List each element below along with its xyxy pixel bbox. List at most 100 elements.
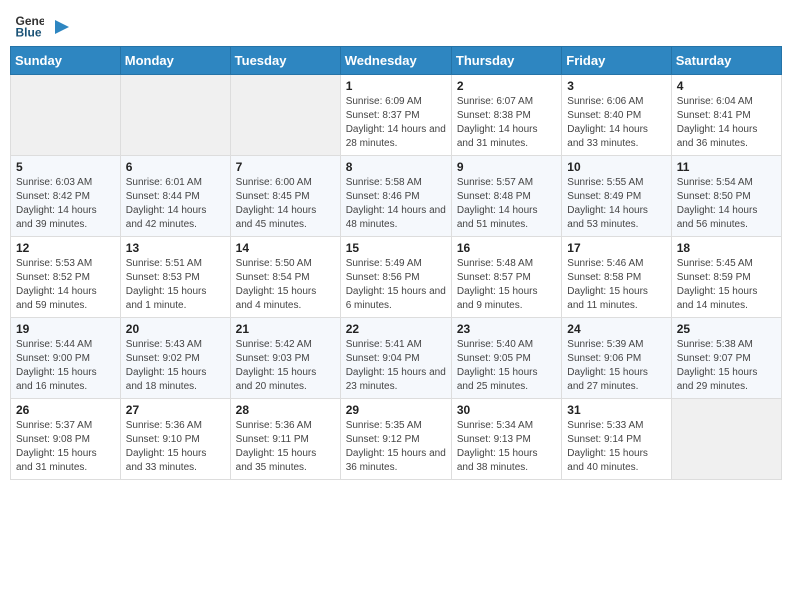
calendar-cell: 24 Sunrise: 5:39 AMSunset: 9:06 PMDayligh… (562, 318, 671, 399)
day-header-monday: Monday (120, 47, 230, 75)
day-info: Sunrise: 5:40 AMSunset: 9:05 PMDaylight:… (457, 338, 556, 394)
calendar-week-row: 26Sunrise: 5:37 AMSunset: 9:08 PMDayligh… (11, 399, 782, 480)
calendar-cell: 13 Sunrise: 5:51 AMSunset: 8:53 PMDayligh… (120, 237, 230, 318)
day-info: Sunrise: 6:07 AMSunset: 8:38 PMDaylight:… (457, 95, 556, 151)
day-info: Sunrise: 6:03 AMSunset: 8:42 PMDaylight:… (16, 176, 115, 232)
day-info: Sunrise: 5:41 AMSunset: 9:04 PMDaylight:… (346, 338, 446, 394)
day-number: 20 (126, 322, 225, 336)
day-number: 28 (236, 403, 335, 417)
day-number: 12 (16, 241, 115, 255)
logo-icon: General Blue (14, 10, 44, 40)
calendar-cell: 19Sunrise: 5:44 AMSunset: 9:00 PMDayligh… (11, 318, 121, 399)
day-info: Sunrise: 5:58 AMSunset: 8:46 PMDaylight:… (346, 176, 446, 232)
calendar-cell: 4 Sunrise: 6:04 AMSunset: 8:41 PMDaylight… (671, 75, 781, 156)
calendar-cell: 11 Sunrise: 5:54 AMSunset: 8:50 PMDayligh… (671, 156, 781, 237)
day-info: Sunrise: 6:04 AMSunset: 8:41 PMDaylight:… (677, 95, 776, 151)
day-number: 21 (236, 322, 335, 336)
day-info: Sunrise: 5:35 AMSunset: 9:12 PMDaylight:… (346, 419, 446, 475)
logo-arrow-icon (51, 16, 73, 38)
day-info: Sunrise: 5:50 AMSunset: 8:54 PMDaylight:… (236, 257, 335, 313)
day-number: 14 (236, 241, 335, 255)
day-number: 15 (346, 241, 446, 255)
calendar-table: SundayMondayTuesdayWednesdayThursdayFrid… (10, 46, 782, 480)
day-number: 9 (457, 160, 556, 174)
day-header-saturday: Saturday (671, 47, 781, 75)
day-info: Sunrise: 5:51 AMSunset: 8:53 PMDaylight:… (126, 257, 225, 313)
day-number: 5 (16, 160, 115, 174)
day-info: Sunrise: 6:09 AMSunset: 8:37 PMDaylight:… (346, 95, 446, 151)
day-header-wednesday: Wednesday (340, 47, 451, 75)
day-info: Sunrise: 5:49 AMSunset: 8:56 PMDaylight:… (346, 257, 446, 313)
calendar-cell: 7 Sunrise: 6:00 AMSunset: 8:45 PMDaylight… (230, 156, 340, 237)
day-info: Sunrise: 5:36 AMSunset: 9:10 PMDaylight:… (126, 419, 225, 475)
calendar-cell: 29Sunrise: 5:35 AMSunset: 9:12 PMDayligh… (340, 399, 451, 480)
day-number: 19 (16, 322, 115, 336)
day-info: Sunrise: 5:36 AMSunset: 9:11 PMDaylight:… (236, 419, 335, 475)
day-number: 7 (236, 160, 335, 174)
day-number: 8 (346, 160, 446, 174)
day-info: Sunrise: 5:48 AMSunset: 8:57 PMDaylight:… (457, 257, 556, 313)
day-number: 24 (567, 322, 665, 336)
day-info: Sunrise: 5:54 AMSunset: 8:50 PMDaylight:… (677, 176, 776, 232)
calendar-cell: 22Sunrise: 5:41 AMSunset: 9:04 PMDayligh… (340, 318, 451, 399)
days-header-row: SundayMondayTuesdayWednesdayThursdayFrid… (11, 47, 782, 75)
calendar-cell: 1Sunrise: 6:09 AMSunset: 8:37 PMDaylight… (340, 75, 451, 156)
calendar-week-row: 1Sunrise: 6:09 AMSunset: 8:37 PMDaylight… (11, 75, 782, 156)
calendar-cell: 31 Sunrise: 5:33 AMSunset: 9:14 PMDayligh… (562, 399, 671, 480)
calendar-cell: 30 Sunrise: 5:34 AMSunset: 9:13 PMDayligh… (451, 399, 561, 480)
day-info: Sunrise: 5:45 AMSunset: 8:59 PMDaylight:… (677, 257, 776, 313)
logo: General Blue (14, 10, 73, 40)
calendar-cell: 9 Sunrise: 5:57 AMSunset: 8:48 PMDaylight… (451, 156, 561, 237)
calendar-cell: 26Sunrise: 5:37 AMSunset: 9:08 PMDayligh… (11, 399, 121, 480)
day-info: Sunrise: 5:53 AMSunset: 8:52 PMDaylight:… (16, 257, 115, 313)
day-info: Sunrise: 5:55 AMSunset: 8:49 PMDaylight:… (567, 176, 665, 232)
calendar-cell: 18 Sunrise: 5:45 AMSunset: 8:59 PMDayligh… (671, 237, 781, 318)
page-header: General Blue (10, 10, 782, 40)
day-number: 2 (457, 79, 556, 93)
day-info: Sunrise: 6:01 AMSunset: 8:44 PMDaylight:… (126, 176, 225, 232)
day-header-thursday: Thursday (451, 47, 561, 75)
calendar-week-row: 5 Sunrise: 6:03 AMSunset: 8:42 PMDaylight… (11, 156, 782, 237)
calendar-cell: 25Sunrise: 5:38 AMSunset: 9:07 PMDayligh… (671, 318, 781, 399)
day-info: Sunrise: 5:57 AMSunset: 8:48 PMDaylight:… (457, 176, 556, 232)
day-number: 31 (567, 403, 665, 417)
day-number: 26 (16, 403, 115, 417)
calendar-cell: 10 Sunrise: 5:55 AMSunset: 8:49 PMDayligh… (562, 156, 671, 237)
day-number: 23 (457, 322, 556, 336)
calendar-cell: 14 Sunrise: 5:50 AMSunset: 8:54 PMDayligh… (230, 237, 340, 318)
calendar-cell: 3 Sunrise: 6:06 AMSunset: 8:40 PMDaylight… (562, 75, 671, 156)
calendar-cell: 2 Sunrise: 6:07 AMSunset: 8:38 PMDaylight… (451, 75, 561, 156)
day-info: Sunrise: 5:42 AMSunset: 9:03 PMDaylight:… (236, 338, 335, 394)
svg-text:Blue: Blue (16, 25, 42, 39)
day-number: 11 (677, 160, 776, 174)
day-info: Sunrise: 6:00 AMSunset: 8:45 PMDaylight:… (236, 176, 335, 232)
calendar-cell (230, 75, 340, 156)
calendar-cell (120, 75, 230, 156)
calendar-cell: 21 Sunrise: 5:42 AMSunset: 9:03 PMDayligh… (230, 318, 340, 399)
calendar-cell: 6 Sunrise: 6:01 AMSunset: 8:44 PMDaylight… (120, 156, 230, 237)
calendar-cell: 15 Sunrise: 5:49 AMSunset: 8:56 PMDayligh… (340, 237, 451, 318)
day-info: Sunrise: 5:43 AMSunset: 9:02 PMDaylight:… (126, 338, 225, 394)
day-number: 16 (457, 241, 556, 255)
day-number: 27 (126, 403, 225, 417)
day-info: Sunrise: 6:06 AMSunset: 8:40 PMDaylight:… (567, 95, 665, 151)
calendar-cell: 12 Sunrise: 5:53 AMSunset: 8:52 PMDayligh… (11, 237, 121, 318)
day-info: Sunrise: 5:38 AMSunset: 9:07 PMDaylight:… (677, 338, 776, 394)
day-number: 30 (457, 403, 556, 417)
calendar-cell: 5 Sunrise: 6:03 AMSunset: 8:42 PMDaylight… (11, 156, 121, 237)
day-number: 4 (677, 79, 776, 93)
calendar-cell (671, 399, 781, 480)
day-number: 10 (567, 160, 665, 174)
day-info: Sunrise: 5:34 AMSunset: 9:13 PMDaylight:… (457, 419, 556, 475)
day-number: 6 (126, 160, 225, 174)
day-header-sunday: Sunday (11, 47, 121, 75)
day-header-friday: Friday (562, 47, 671, 75)
day-number: 13 (126, 241, 225, 255)
day-number: 18 (677, 241, 776, 255)
day-number: 17 (567, 241, 665, 255)
day-info: Sunrise: 5:39 AMSunset: 9:06 PMDaylight:… (567, 338, 665, 394)
day-info: Sunrise: 5:33 AMSunset: 9:14 PMDaylight:… (567, 419, 665, 475)
day-info: Sunrise: 5:46 AMSunset: 8:58 PMDaylight:… (567, 257, 665, 313)
day-number: 3 (567, 79, 665, 93)
calendar-cell: 17 Sunrise: 5:46 AMSunset: 8:58 PMDayligh… (562, 237, 671, 318)
